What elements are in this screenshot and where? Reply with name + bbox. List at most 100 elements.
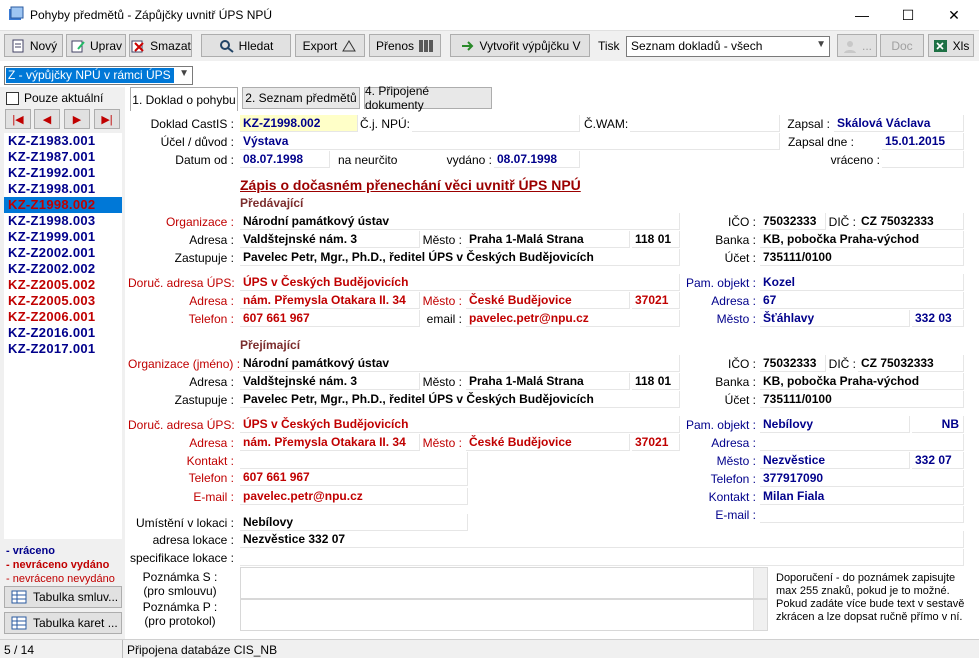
giver-mon-field[interactable]: Kozel: [760, 274, 964, 291]
receiver-dic-field[interactable]: CZ 75032333: [858, 355, 964, 372]
receiver-contact-field[interactable]: [240, 452, 468, 469]
receiver-dcity-field[interactable]: České Budějovice: [466, 434, 630, 451]
create-loan-button[interactable]: Vytvořit výpůjčku V: [450, 34, 590, 57]
prev-record-button[interactable]: ◀: [34, 109, 60, 129]
doc-number-field[interactable]: KZ-Z1998.002: [240, 115, 358, 132]
giver-city-field[interactable]: Praha 1-Malá Strana: [466, 231, 630, 248]
doc-button[interactable]: Doc: [880, 34, 924, 57]
doc-list-item[interactable]: KZ-Z1998.001: [4, 181, 122, 197]
doc-list-item[interactable]: KZ-Z1987.001: [4, 149, 122, 165]
date-from-field[interactable]: 08.07.1998: [240, 151, 330, 168]
doc-list-item[interactable]: KZ-Z2017.001: [4, 341, 122, 357]
receiver-daddr-field[interactable]: nám. Přemysla Otakara II. 34: [240, 434, 420, 451]
receiver-city-field[interactable]: Praha 1-Malá Strana: [466, 373, 630, 390]
receiver-phone-field[interactable]: 607 661 967: [240, 469, 468, 486]
giver-dzip-field[interactable]: 37021: [632, 292, 680, 309]
receiver-mon-code-field[interactable]: NB: [912, 416, 964, 433]
purpose-field[interactable]: Výstava: [240, 133, 780, 150]
doc-list-item[interactable]: KZ-Z2005.003: [4, 293, 122, 309]
person-button[interactable]: ...: [837, 34, 877, 57]
doc-list-item[interactable]: KZ-Z2006.001: [4, 309, 122, 325]
doc-type-filter[interactable]: Z - výpůjčky NPÚ v rámci ÚPS ▼: [4, 66, 193, 85]
giver-ico-field[interactable]: 75032333: [760, 213, 826, 230]
new-button[interactable]: Nový: [4, 34, 63, 57]
doc-list-item[interactable]: KZ-Z1992.001: [4, 165, 122, 181]
receiver-mzip-field[interactable]: 332 07: [912, 452, 964, 469]
issued-field[interactable]: 08.07.1998: [494, 151, 580, 168]
checkbox-box[interactable]: [6, 91, 19, 105]
giver-deliv-field[interactable]: ÚPS v Českých Budějovicích: [240, 274, 680, 291]
receiver-dzip-field[interactable]: 37021: [632, 434, 680, 451]
receiver-bank-field[interactable]: KB, pobočka Praha-východ: [760, 373, 964, 390]
cj-field[interactable]: [412, 115, 580, 132]
receiver-rep-field[interactable]: Pavelec Petr, Mgr., Ph.D., ředitel ÚPS v…: [240, 391, 680, 408]
receiver-zip-field[interactable]: 118 01: [632, 373, 680, 390]
receiver-maddr-field[interactable]: [760, 434, 964, 451]
giver-dcity-field[interactable]: České Budějovice: [466, 292, 630, 309]
close-button[interactable]: ✕: [931, 0, 977, 30]
contracts-table-button[interactable]: Tabulka smluv...: [4, 586, 122, 608]
doc-list-item[interactable]: KZ-Z2005.002: [4, 277, 122, 293]
tab-document[interactable]: 1. Doklad o pohybu: [130, 87, 238, 111]
giver-dic-field[interactable]: CZ 75032333: [858, 213, 964, 230]
cards-table-button[interactable]: Tabulka karet ...: [4, 612, 122, 634]
giver-mcity-field[interactable]: Šťáhlavy: [760, 310, 910, 327]
giver-daddr-field[interactable]: nám. Přemysla Otakara II. 34: [240, 292, 420, 309]
next-icon: ▶: [72, 113, 82, 126]
last-record-button[interactable]: ▶|: [94, 109, 120, 129]
giver-rep-field[interactable]: Pavelec Petr, Mgr., Ph.D., ředitel ÚPS v…: [240, 249, 680, 266]
receiver-org-field[interactable]: Národní památkový ústav: [240, 355, 680, 372]
next-record-button[interactable]: ▶: [64, 109, 90, 129]
giver-maddr-field[interactable]: 67: [760, 292, 964, 309]
doc-list-item[interactable]: KZ-Z1998.002: [4, 197, 122, 213]
location-addr-field[interactable]: Nezvěstice 332 07: [240, 531, 964, 548]
receiver-mon-field[interactable]: Nebílovy: [760, 416, 910, 433]
giver-addr-field[interactable]: Valdštejnské nám. 3: [240, 231, 420, 248]
receiver-mcity-field[interactable]: Nezvěstice: [760, 452, 910, 469]
returned-field[interactable]: [882, 151, 964, 168]
receiver-mphone-field[interactable]: 377917090: [760, 470, 964, 487]
note-s-scrollbar[interactable]: [753, 568, 767, 598]
doc-list-item[interactable]: KZ-Z2002.001: [4, 245, 122, 261]
wrote-field[interactable]: Skálová Václava: [834, 115, 964, 132]
receiver-ico-field[interactable]: 75032333: [760, 355, 826, 372]
edit-button[interactable]: Uprav: [66, 34, 126, 57]
giver-zip-field[interactable]: 118 01: [632, 231, 680, 248]
giver-account-field[interactable]: 735111/0100: [760, 249, 964, 266]
giver-bank-field[interactable]: KB, pobočka Praha-východ: [760, 231, 964, 248]
note-p-textarea[interactable]: [240, 599, 768, 631]
receiver-addr-field[interactable]: Valdštejnské nám. 3: [240, 373, 420, 390]
receiver-mcontact-field[interactable]: Milan Fiala: [760, 488, 964, 505]
print-select[interactable]: Seznam dokladů - všech ▼: [626, 36, 830, 57]
wrote-date-field[interactable]: 15.01.2015: [882, 133, 964, 150]
doc-list-item[interactable]: KZ-Z1983.001: [4, 133, 122, 149]
xls-button[interactable]: Xls: [928, 34, 974, 57]
receiver-account-field[interactable]: 735111/0100: [760, 391, 964, 408]
tab-attachments[interactable]: 4. Připojené dokumenty: [364, 84, 492, 112]
giver-mzip-field[interactable]: 332 03: [912, 310, 964, 327]
wam-field[interactable]: [630, 115, 780, 132]
transfer-button[interactable]: Přenos: [369, 34, 441, 57]
doc-list-item[interactable]: KZ-Z1998.003: [4, 213, 122, 229]
export-button[interactable]: Export: [295, 34, 365, 57]
maximize-button[interactable]: ☐: [885, 0, 931, 30]
location-place-field[interactable]: Nebílovy: [240, 514, 468, 531]
tab-items[interactable]: 2. Seznam předmětů: [242, 87, 360, 109]
giver-org-field[interactable]: Národní památkový ústav: [240, 213, 680, 230]
note-s-textarea[interactable]: [240, 567, 768, 599]
search-button[interactable]: Hledat: [201, 34, 291, 57]
only-current-checkbox[interactable]: Pouze aktuální: [6, 91, 103, 105]
delete-button[interactable]: Smazat: [129, 34, 192, 57]
receiver-deliv-field[interactable]: ÚPS v Českých Budějovicích: [240, 416, 680, 433]
doc-list-item[interactable]: KZ-Z1999.001: [4, 229, 122, 245]
minimize-button[interactable]: —: [839, 0, 885, 30]
location-spec-field[interactable]: [240, 549, 964, 566]
doc-list-item[interactable]: KZ-Z2002.002: [4, 261, 122, 277]
receiver-memail-field[interactable]: [760, 506, 964, 523]
doc-list-item[interactable]: KZ-Z2016.001: [4, 325, 122, 341]
first-record-button[interactable]: |◀: [5, 109, 31, 129]
giver-email-field[interactable]: pavelec.petr@npu.cz: [466, 310, 680, 327]
receiver-email-field[interactable]: pavelec.petr@npu.cz: [240, 488, 468, 505]
giver-phone-field[interactable]: 607 661 967: [240, 310, 420, 327]
note-p-scrollbar[interactable]: [753, 600, 767, 630]
